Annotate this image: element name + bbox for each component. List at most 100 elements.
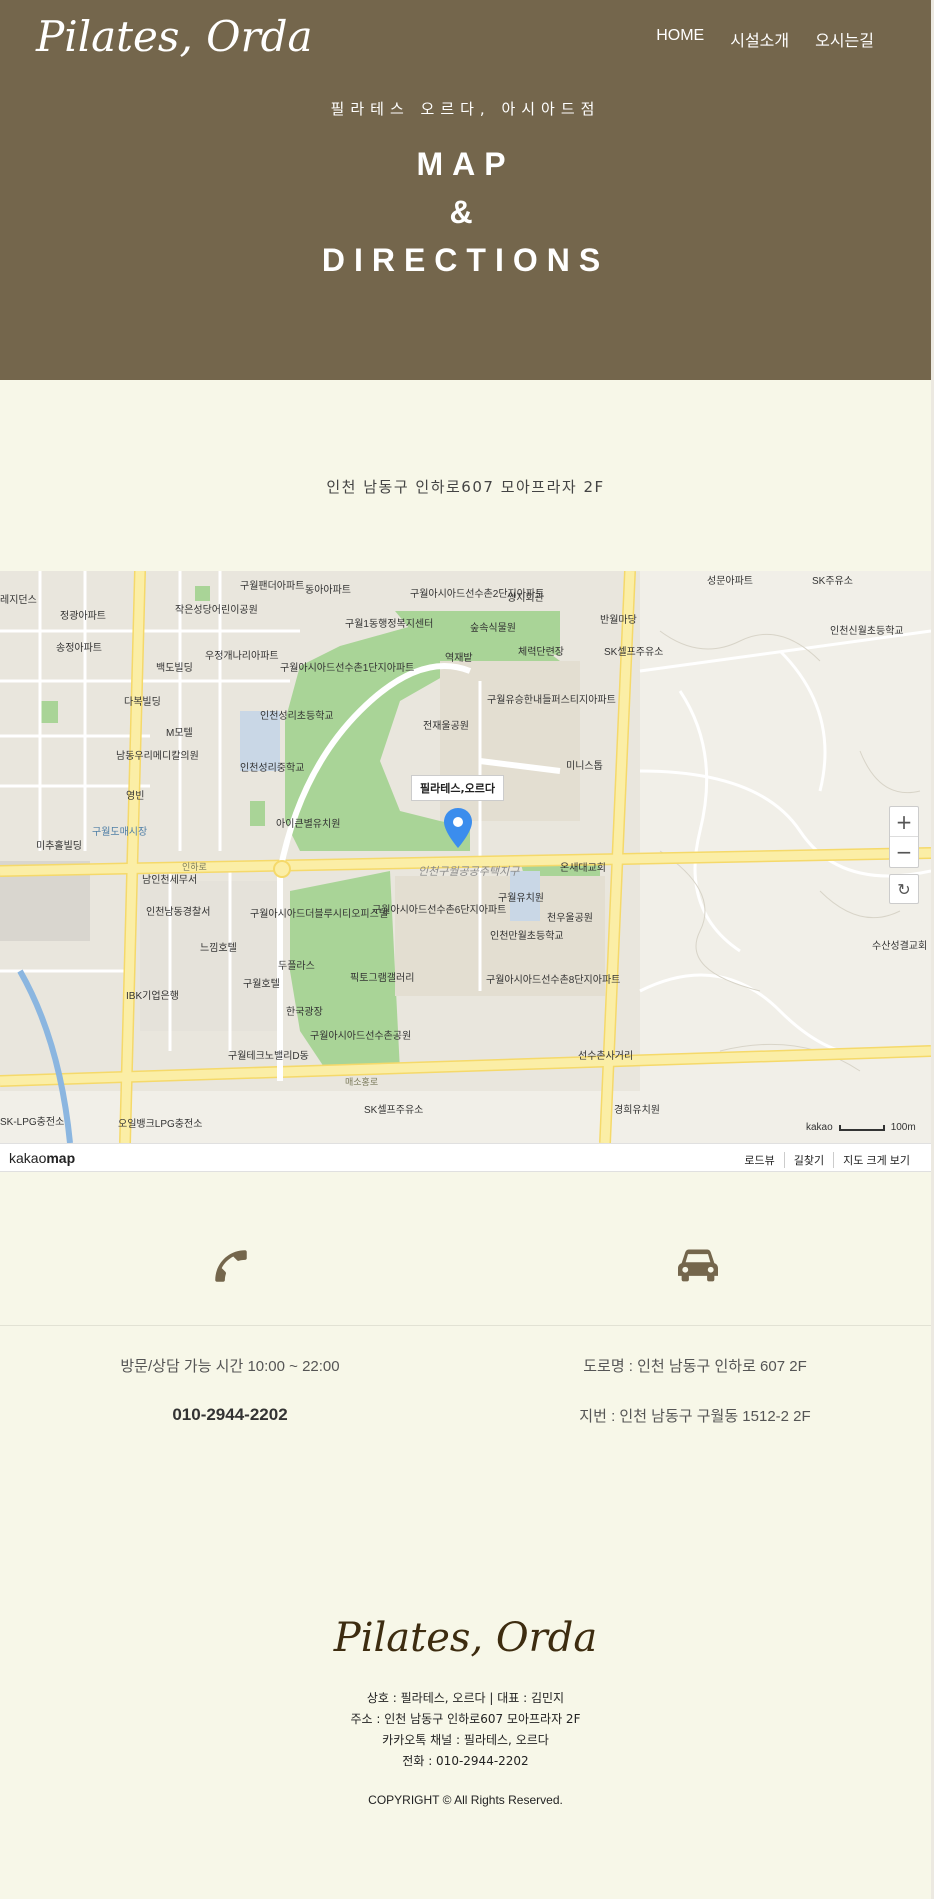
marker-label[interactable]: 필라테스,오르다 xyxy=(411,775,505,801)
large-map-link[interactable]: 지도 크게 보기 xyxy=(833,1152,919,1168)
map-label: 구월1동행정복지센터 xyxy=(345,619,434,630)
contact-info: 방문/상담 가능 시간 10:00 ~ 22:00 010-2944-2202 xyxy=(50,1355,410,1455)
footer-kakao-line: 카카오톡 채널 : 필라테스, 오르다 xyxy=(382,1733,549,1747)
map-label: 다복빌딩 xyxy=(124,697,161,708)
car-icon xyxy=(678,1249,718,1282)
nav-facility[interactable]: 시설소개 xyxy=(730,27,789,51)
map-label: 성문아파트 xyxy=(707,576,753,587)
map-label: 구월팬더아파트 xyxy=(240,581,305,592)
map-label: 역재밭 xyxy=(445,653,473,664)
map-label: 구월아시아드선수촌1단지아파트 xyxy=(280,663,415,674)
map-label: 우정개나리아파트 xyxy=(205,651,279,662)
footer-business-line: 상호 : 필라테스, 오르다 | 대표 : 김민지 xyxy=(366,1691,565,1705)
map-scale: kakao 100m xyxy=(806,1122,916,1133)
kakao-map[interactable]: 구월팬더아파트 동아아파트 구월아시아드선수촌2단지아파트 쌍지회관 SK주유소… xyxy=(0,571,931,1143)
map-label: 구월아시아드선수촌6단지아파트 xyxy=(372,905,507,916)
map-label: 전재울공원 xyxy=(423,721,469,732)
map-label: IBK기업은행 xyxy=(126,991,179,1002)
zoom-out-button[interactable]: − xyxy=(890,837,918,867)
map-label: SK주유소 xyxy=(812,576,853,587)
map-label: 구월도매시장 xyxy=(92,827,148,838)
footer-phone-line: 전화 : 010-2944-2202 xyxy=(402,1754,529,1768)
nav-directions[interactable]: 오시는길 xyxy=(815,27,874,51)
kakaomap-logo[interactable]: kakaomap xyxy=(9,1150,75,1166)
roadview-link[interactable]: 로드뷰 xyxy=(735,1152,783,1168)
map-label: 한국광장 xyxy=(286,1007,323,1018)
map-label: 구월호텔 xyxy=(243,979,280,990)
hero-title: MAP & DIRECTIONS xyxy=(0,140,931,284)
map-label: 매소홍로 xyxy=(345,1077,379,1087)
page: Pilates, Orda HOME 시설소개 오시는길 필라테스 오르다, 아… xyxy=(0,0,934,1899)
map-label: 구월아시아드더블루시티오피스텔 xyxy=(250,909,388,920)
map-label: 체력단련장 xyxy=(518,647,564,658)
map-label: 백도빌딩 xyxy=(156,663,193,674)
map-label: 동아아파트 xyxy=(305,585,351,596)
map-label: 수산성결교회 xyxy=(872,941,928,952)
map-footer-bar: kakaomap 로드뷰 길찾기 지도 크게 보기 xyxy=(0,1143,931,1172)
map-label: 쌍지회관 xyxy=(507,593,544,604)
map-label: 구월유승한내들퍼스티지아파트 xyxy=(487,695,616,706)
map-label: 구월유치원 xyxy=(498,893,544,904)
lot-address: 지번 : 인천 남동구 구월동 1512-2 2F xyxy=(579,1408,811,1425)
map-label: 남인천세무서 xyxy=(142,875,198,886)
map-label: SK셀프주유소 xyxy=(604,647,664,658)
map-label: M모텔 xyxy=(166,728,193,739)
hero-title-line: DIRECTIONS xyxy=(321,242,610,278)
footer-address-line: 주소 : 인천 남동구 인하로607 모아프라자 2F xyxy=(350,1712,581,1726)
phone-icon xyxy=(215,1250,247,1282)
map-label: 미추홀빌딩 xyxy=(36,841,82,852)
scale-bar xyxy=(838,1124,885,1131)
map-label: 인하로 xyxy=(182,862,207,872)
map-label: 구월아시아드선수촌공원 xyxy=(310,1031,412,1042)
map-links: 로드뷰 길찾기 지도 크게 보기 xyxy=(735,1152,919,1168)
map-label: 인천신월초등학교 xyxy=(830,626,904,637)
map-label: 레지던스 xyxy=(0,595,37,606)
main-nav: HOME 시설소개 오시는길 xyxy=(656,27,874,51)
brand-bold: map xyxy=(46,1150,76,1166)
nav-home[interactable]: HOME xyxy=(656,27,704,51)
map-label: 인천구월공공주택지구 xyxy=(418,866,520,878)
kakao-small-logo: kakao xyxy=(806,1122,833,1133)
footer-logo: Pilates, Orda xyxy=(333,1615,598,1661)
map-label: 숲속식물원 xyxy=(470,623,516,634)
map-label: 영빈 xyxy=(126,791,145,802)
zoom-in-button[interactable]: + xyxy=(890,807,918,837)
address-line: 인천 남동구 인하로607 모아프라자 2F xyxy=(326,478,605,496)
section-divider xyxy=(0,1325,931,1326)
map-label: SK셀프주유소 xyxy=(364,1105,424,1116)
map-label: 두플라스 xyxy=(278,961,315,972)
copyright: COPYRIGHT © All Rights Reserved. xyxy=(368,1793,563,1807)
map-label: 구월아시아드선수촌8단지아파트 xyxy=(486,975,621,986)
map-marker-icon[interactable] xyxy=(444,808,472,848)
map-label: 작은성당어린이공원 xyxy=(175,605,258,616)
hero-title-line: MAP xyxy=(416,146,515,182)
map-label: 인천성리초등학교 xyxy=(260,711,334,722)
business-hours: 방문/상담 가능 시간 10:00 ~ 22:00 xyxy=(120,1358,340,1375)
map-label: SK-LPG충전소 xyxy=(0,1117,65,1128)
brand-regular: kakao xyxy=(9,1150,47,1166)
map-label: 선수촌사거리 xyxy=(578,1051,634,1062)
map-label: 인천성리중학교 xyxy=(240,763,305,774)
map-label: 느낌호텔 xyxy=(200,943,237,954)
hero-header: Pilates, Orda HOME 시설소개 오시는길 필라테스 오르다, 아… xyxy=(0,0,931,380)
map-label: 인천남동경찰서 xyxy=(146,907,211,918)
address-info: 도로명 : 인천 남동구 인하로 607 2F 지번 : 인천 남동구 구월동 … xyxy=(515,1355,875,1455)
map-label: 인천만월초등학교 xyxy=(490,931,564,942)
site-logo[interactable]: Pilates, Orda xyxy=(36,12,313,61)
phone-number[interactable]: 010-2944-2202 xyxy=(50,1405,410,1427)
map-label: 반월마당 xyxy=(600,615,637,626)
hero-subtitle: 필라테스 오르다, 아시아드점 xyxy=(330,100,601,118)
refresh-icon[interactable]: ↻ xyxy=(889,874,919,904)
map-label: 픽토그램갤러리 xyxy=(350,973,415,984)
map-label: 오일뱅크LPG충전소 xyxy=(118,1119,203,1130)
map-label: 온새대교회 xyxy=(560,863,606,874)
map-label: 정광아파트 xyxy=(60,611,106,622)
directions-link[interactable]: 길찾기 xyxy=(783,1152,833,1168)
map-label: 구월테크노밸리D동 xyxy=(228,1051,309,1062)
road-address: 도로명 : 인천 남동구 인하로 607 2F xyxy=(583,1358,807,1375)
footer-info: 상호 : 필라테스, 오르다 | 대표 : 김민지 주소 : 인천 남동구 인하… xyxy=(0,1688,931,1772)
zoom-controls: + − xyxy=(889,806,919,868)
map-label: 남동우리메디칼의원 xyxy=(116,751,199,762)
map-label: 송정아파트 xyxy=(56,643,102,654)
hero-title-line: & xyxy=(449,194,482,230)
